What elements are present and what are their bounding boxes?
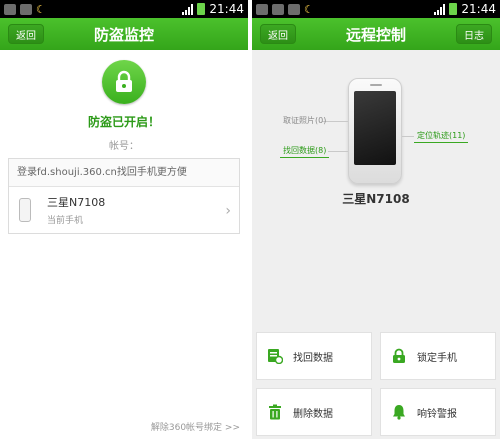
page-title: 远程控制 — [345, 25, 406, 44]
ring-alarm-button[interactable]: 响铃警报 — [380, 388, 496, 436]
lock-phone-button[interactable]: 锁定手机 — [380, 332, 496, 380]
image-notification-icon — [20, 3, 32, 15]
delete-data-button[interactable]: 删除数据 — [256, 388, 372, 436]
battery-icon — [449, 3, 458, 15]
device-info: 三星N7108 当前手机 — [47, 194, 105, 226]
back-button[interactable]: 返回 — [8, 24, 44, 44]
location-track-link[interactable]: 定位轨迹(11) — [414, 129, 469, 143]
phone-illustration — [348, 78, 402, 184]
remote-control-screen: ☾ 21:44 返回 远程控制 日志 取证照片(0) 找回数据(8) 定位轨迹(… — [252, 0, 500, 439]
device-row[interactable]: 三星N7108 当前手机 › — [9, 187, 239, 233]
moon-icon: ☾ — [36, 2, 46, 16]
status-bar: ☾ 21:44 — [252, 0, 500, 18]
evidence-photos-link[interactable]: 取证照片(0) — [280, 114, 329, 127]
battery-icon — [197, 3, 206, 15]
image-notification-icon — [272, 3, 284, 15]
login-tip[interactable]: 登录fd.shouji.360.cn找回手机更方便 — [9, 159, 239, 187]
unbind-account-link[interactable]: 解除360帐号绑定 >> — [151, 420, 240, 433]
status-bar: ☾ 21:44 — [0, 0, 248, 18]
signal-icon — [182, 3, 194, 15]
status-time: 21:44 — [209, 2, 244, 16]
bell-icon — [391, 404, 407, 420]
title-bar: 返回 防盗监控 — [0, 18, 248, 50]
app-notification-icon — [4, 3, 16, 15]
action-grid: 找回数据 锁定手机 删除数据 响铃警报 — [256, 332, 496, 439]
device-model: 三星N7108 — [342, 192, 410, 206]
action-label: 响铃警报 — [417, 408, 457, 420]
action-label: 锁定手机 — [417, 352, 457, 364]
recovered-data-link[interactable]: 找回数据(8) — [280, 144, 330, 158]
chevron-right-icon: › — [225, 203, 231, 219]
lock-phone-icon — [391, 348, 407, 364]
screenshot-frame: ☾ 21:44 返回 防盗监控 防盗已开启！ 帐号： 登录fd.shouji.3… — [0, 0, 500, 439]
signal-icon — [434, 3, 446, 15]
page-title: 防盗监控 — [93, 25, 154, 44]
back-button[interactable]: 返回 — [260, 24, 296, 44]
lock-badge-icon — [102, 60, 146, 104]
log-button[interactable]: 日志 — [456, 24, 492, 44]
app-notification-icon — [256, 3, 268, 15]
connector-line — [328, 151, 348, 152]
protection-status: 防盗已开启！ — [87, 115, 160, 129]
device-subtitle: 当前手机 — [47, 216, 84, 226]
device-card: 登录fd.shouji.360.cn找回手机更方便 三星N7108 当前手机 › — [8, 158, 240, 234]
action-label: 删除数据 — [293, 408, 333, 420]
anti-theft-screen: ☾ 21:44 返回 防盗监控 防盗已开启！ 帐号： 登录fd.shouji.3… — [0, 0, 248, 439]
account-label: 帐号： — [109, 141, 139, 152]
recover-data-button[interactable]: 找回数据 — [256, 332, 372, 380]
trash-icon — [267, 404, 283, 420]
recover-data-icon — [267, 348, 283, 364]
status-time: 21:44 — [461, 2, 496, 16]
connector-line — [402, 136, 414, 137]
device-name: 三星N7108 — [47, 196, 106, 209]
title-bar: 返回 远程控制 日志 — [252, 18, 500, 50]
action-label: 找回数据 — [293, 352, 333, 364]
moon-icon: ☾ — [304, 2, 314, 16]
phone-thumbnail-icon — [19, 198, 31, 222]
padlock-icon — [116, 70, 132, 92]
app-notification-icon — [288, 3, 300, 15]
